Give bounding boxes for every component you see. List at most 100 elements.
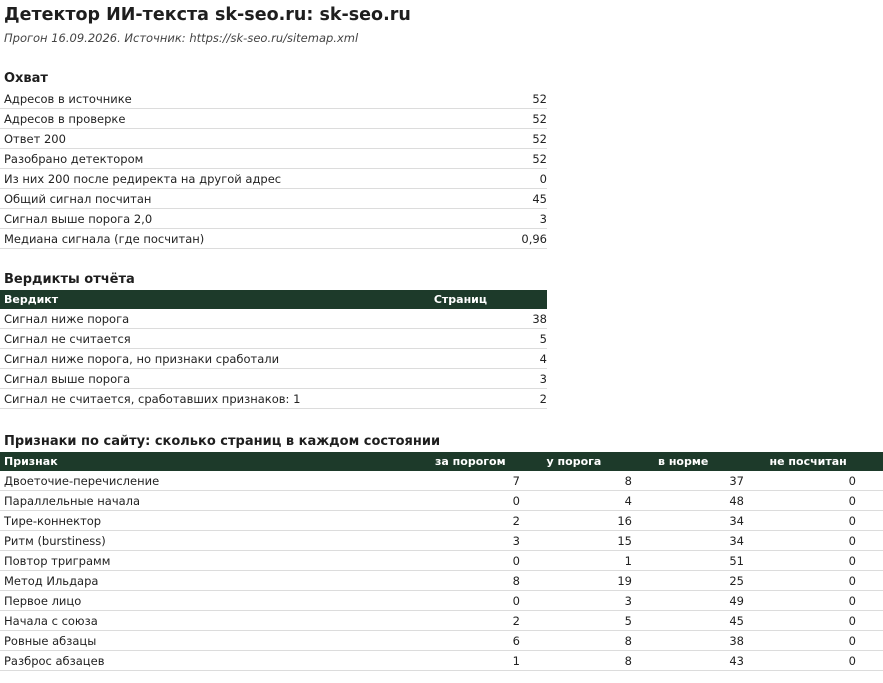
cell-not-computed: 0 bbox=[848, 593, 856, 608]
row-label: Общий сигнал посчитан bbox=[4, 191, 152, 206]
cell-normal: 38 bbox=[729, 633, 744, 648]
table-row: Ровные абзацы 6 8 38 0 bbox=[0, 631, 883, 651]
cell-not-computed: 0 bbox=[848, 633, 856, 648]
row-value: 0,96 bbox=[521, 231, 547, 246]
cell-near-threshold: 8 bbox=[624, 633, 632, 648]
row-label: Адресов в проверке bbox=[4, 111, 126, 126]
cell-normal: 49 bbox=[729, 593, 744, 608]
table-row: Сигнал не считается 5 bbox=[0, 329, 547, 349]
cell-over-threshold: 2 bbox=[512, 513, 520, 528]
row-label: Ровные абзацы bbox=[4, 633, 97, 648]
table-row: Ритм (burstiness) 3 15 34 0 bbox=[0, 531, 883, 551]
row-label: Сигнал ниже порога bbox=[4, 311, 130, 326]
row-label: Адресов в источнике bbox=[4, 91, 132, 106]
cell-over-threshold: 8 bbox=[512, 573, 520, 588]
table-row: Разброс абзацев 1 8 43 0 bbox=[0, 651, 883, 671]
cell-near-threshold: 3 bbox=[624, 593, 632, 608]
row-value: 45 bbox=[532, 191, 547, 206]
row-label: Начала с союза bbox=[4, 613, 98, 628]
cell-not-computed: 0 bbox=[848, 513, 856, 528]
table-row: Адресов в проверке 52 bbox=[0, 109, 547, 129]
coverage-section-title: Охват bbox=[4, 71, 48, 86]
table-header: Вердикт Страниц bbox=[0, 290, 547, 309]
row-value: 2 bbox=[539, 391, 547, 406]
cell-normal: 25 bbox=[729, 573, 744, 588]
row-value: 52 bbox=[532, 111, 547, 126]
column-header-near-threshold: у порога bbox=[546, 455, 602, 468]
table-row: Медиана сигнала (где посчитан) 0,96 bbox=[0, 229, 547, 249]
column-header-verdict: Вердикт bbox=[4, 293, 59, 306]
row-value: 38 bbox=[532, 311, 547, 326]
row-value: 52 bbox=[532, 151, 547, 166]
row-label: Сигнал не считается, сработавших признак… bbox=[4, 391, 301, 406]
cell-over-threshold: 6 bbox=[512, 633, 520, 648]
cell-near-threshold: 15 bbox=[617, 533, 632, 548]
column-header-feature: Признак bbox=[4, 455, 58, 468]
row-label: Тире-коннектор bbox=[4, 513, 102, 528]
table-row: Общий сигнал посчитан 45 bbox=[0, 189, 547, 209]
cell-over-threshold: 0 bbox=[512, 593, 520, 608]
row-value: 3 bbox=[539, 211, 547, 226]
cell-normal: 45 bbox=[729, 613, 744, 628]
row-label: Ответ 200 bbox=[4, 131, 66, 146]
row-label: Параллельные начала bbox=[4, 493, 141, 508]
table-row: Повтор триграмм 0 1 51 0 bbox=[0, 551, 883, 571]
cell-not-computed: 0 bbox=[848, 473, 856, 488]
features-table: Признак за порогом у порога в норме не п… bbox=[0, 452, 883, 671]
features-section-title: Признаки по сайту: сколько страниц в каж… bbox=[4, 434, 441, 449]
table-row: Начала с союза 2 5 45 0 bbox=[0, 611, 883, 631]
row-label: Ритм (burstiness) bbox=[4, 533, 106, 548]
cell-near-threshold: 16 bbox=[617, 513, 632, 528]
table-row: Из них 200 после редиректа на другой адр… bbox=[0, 169, 547, 189]
table-row: Параллельные начала 0 4 48 0 bbox=[0, 491, 883, 511]
cell-over-threshold: 0 bbox=[512, 493, 520, 508]
verdicts-section-title: Вердикты отчёта bbox=[4, 272, 135, 287]
row-value: 4 bbox=[539, 351, 547, 366]
table-row: Первое лицо 0 3 49 0 bbox=[0, 591, 883, 611]
cell-normal: 43 bbox=[729, 653, 744, 668]
row-label: Разобрано детектором bbox=[4, 151, 144, 166]
cell-over-threshold: 7 bbox=[512, 473, 520, 488]
cell-near-threshold: 5 bbox=[624, 613, 632, 628]
cell-over-threshold: 2 bbox=[512, 613, 520, 628]
table-row: Адресов в источнике 52 bbox=[0, 89, 547, 109]
cell-normal: 37 bbox=[729, 473, 744, 488]
cell-not-computed: 0 bbox=[848, 553, 856, 568]
coverage-table: Адресов в источнике 52 Адресов в проверке… bbox=[0, 89, 547, 249]
table-row: Сигнал выше порога 2,0 3 bbox=[0, 209, 547, 229]
row-value: 52 bbox=[532, 131, 547, 146]
row-label: Двоеточие-перечисление bbox=[4, 473, 160, 488]
row-value: 3 bbox=[539, 371, 547, 386]
cell-not-computed: 0 bbox=[848, 493, 856, 508]
table-row: Двоеточие-перечисление 7 8 37 0 bbox=[0, 471, 883, 491]
cell-over-threshold: 3 bbox=[512, 533, 520, 548]
row-label: Сигнал выше порога 2,0 bbox=[4, 211, 153, 226]
row-label: Первое лицо bbox=[4, 593, 82, 608]
table-row: Метод Ильдара 8 19 25 0 bbox=[0, 571, 883, 591]
column-header-over-threshold: за порогом bbox=[435, 455, 506, 468]
table-row: Сигнал ниже порога, но признаки сработал… bbox=[0, 349, 547, 369]
row-label: Из них 200 после редиректа на другой адр… bbox=[4, 171, 282, 186]
cell-over-threshold: 0 bbox=[512, 553, 520, 568]
table-header: Признак за порогом у порога в норме не п… bbox=[0, 452, 883, 471]
table-row: Тире-коннектор 2 16 34 0 bbox=[0, 511, 883, 531]
row-value: 52 bbox=[532, 91, 547, 106]
row-label: Повтор триграмм bbox=[4, 553, 111, 568]
cell-normal: 34 bbox=[729, 533, 744, 548]
table-row: Сигнал выше порога 3 bbox=[0, 369, 547, 389]
page-subtitle: Прогон 16.09.2026. Источник: https://sk-… bbox=[4, 31, 359, 45]
cell-near-threshold: 8 bbox=[624, 473, 632, 488]
page-title: Детектор ИИ-текста sk-seo.ru: sk-seo.ru bbox=[4, 5, 411, 25]
cell-not-computed: 0 bbox=[848, 533, 856, 548]
cell-near-threshold: 8 bbox=[624, 653, 632, 668]
cell-not-computed: 0 bbox=[848, 613, 856, 628]
cell-over-threshold: 1 bbox=[512, 653, 520, 668]
table-row: Разобрано детектором 52 bbox=[0, 149, 547, 169]
row-label: Медиана сигнала (где посчитан) bbox=[4, 231, 205, 246]
cell-near-threshold: 19 bbox=[617, 573, 632, 588]
table-row: Ответ 200 52 bbox=[0, 129, 547, 149]
row-value: 5 bbox=[539, 331, 547, 346]
cell-normal: 48 bbox=[729, 493, 744, 508]
cell-near-threshold: 4 bbox=[624, 493, 632, 508]
table-row: Сигнал ниже порога 38 bbox=[0, 309, 547, 329]
